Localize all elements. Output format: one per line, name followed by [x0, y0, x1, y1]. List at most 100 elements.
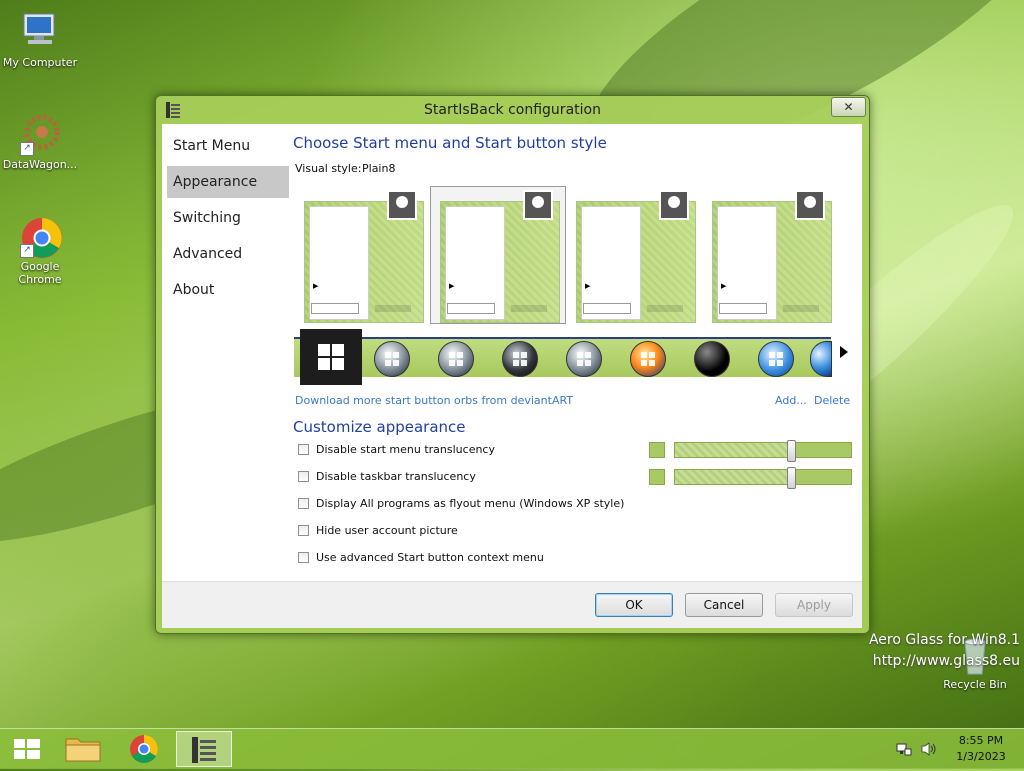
preview-shutdown-button: [511, 305, 547, 312]
window-client-area: Start Menu Appearance Switching Advanced…: [162, 124, 862, 581]
checkbox[interactable]: [298, 498, 309, 509]
slider-fill: [791, 470, 851, 484]
option-label: Hide user account picture: [316, 524, 458, 537]
user-avatar-icon: [795, 190, 825, 220]
chrome-icon: [130, 735, 158, 763]
start-orb-5[interactable]: [566, 341, 602, 377]
startisback-config-window: StartIsBack configuration ✕ Start Menu A…: [155, 95, 870, 634]
aero-glass-watermark: Aero Glass for Win8.1 http://www.glass8.…: [860, 630, 1020, 672]
arrow-right-icon: ▶: [585, 282, 591, 290]
windows-flag-icon: [769, 352, 783, 366]
slider-thumb[interactable]: [787, 467, 796, 489]
arrow-right-icon: ▶: [721, 282, 727, 290]
shortcut-arrow-icon: ↗: [20, 244, 34, 258]
nav-item-label: Switching: [173, 210, 241, 226]
desktop-icon-label: My Computer: [2, 56, 78, 69]
startisback-app-icon: [192, 737, 216, 763]
start-orb-9[interactable]: [810, 341, 832, 377]
ok-button[interactable]: OK: [595, 593, 673, 617]
customize-section-heading: Customize appearance: [293, 418, 466, 436]
chrome-icon: ↗: [18, 214, 62, 258]
desktop-icon-datawagon[interactable]: ↗ DataWagon...: [0, 112, 80, 171]
scroll-right-arrow-icon[interactable]: [840, 346, 848, 358]
nav-appearance[interactable]: Appearance: [167, 166, 289, 198]
window-title: StartIsBack configuration: [424, 102, 601, 118]
cancel-button[interactable]: Cancel: [685, 593, 763, 617]
nav-item-label: About: [173, 282, 215, 298]
nav-item-label: Advanced: [173, 246, 243, 262]
start-orb-3[interactable]: [438, 341, 474, 377]
close-icon: ✕: [843, 100, 854, 114]
visual-style-value: Plain8: [362, 162, 396, 175]
datawagon-gear-icon: ↗: [18, 112, 62, 156]
style-preview-2[interactable]: ▶: [440, 190, 560, 323]
start-orb-7[interactable]: [694, 341, 730, 377]
nav-about[interactable]: About: [167, 274, 289, 306]
windows-flag-icon: [449, 352, 463, 366]
computer-icon: [18, 10, 62, 54]
arrow-right-icon: ▶: [449, 282, 455, 290]
nav-item-label: Start Menu: [173, 138, 251, 154]
volume-icon[interactable]: [920, 741, 938, 757]
add-orb-link[interactable]: Add...: [775, 394, 807, 407]
dialog-button-bar: OK Cancel Apply: [162, 581, 862, 628]
taskbar-startisback-config[interactable]: [176, 731, 232, 767]
start-orb-1-selected[interactable]: [300, 329, 362, 385]
checkbox[interactable]: [298, 552, 309, 563]
taskbar-tint-color-swatch[interactable]: [649, 469, 665, 485]
taskbar-translucency-slider[interactable]: [674, 467, 852, 489]
apply-button[interactable]: Apply: [775, 593, 853, 617]
style-section-heading: Choose Start menu and Start button style: [293, 134, 607, 152]
network-icon[interactable]: [896, 741, 912, 757]
start-orb-2[interactable]: [374, 341, 410, 377]
preview-search-box: [311, 303, 359, 314]
style-preview-3[interactable]: ▶: [576, 190, 696, 323]
option-label: Disable start menu translucency: [316, 443, 495, 456]
menu-tint-color-swatch[interactable]: [649, 442, 665, 458]
watermark-line-2: http://www.glass8.eu: [872, 653, 1020, 669]
start-button[interactable]: [0, 731, 56, 767]
nav-switching[interactable]: Switching: [167, 202, 289, 234]
desktop-icon-my-computer[interactable]: My Computer: [0, 10, 80, 69]
style-preview-4[interactable]: ▶: [712, 190, 832, 323]
taskbar-file-explorer[interactable]: [56, 731, 112, 767]
start-orb-4[interactable]: [502, 341, 538, 377]
desktop-icon-google-chrome[interactable]: ↗ Google Chrome: [0, 214, 80, 286]
start-orb-8[interactable]: [758, 341, 794, 377]
preview-search-box: [583, 303, 631, 314]
checkbox[interactable]: [298, 471, 309, 482]
nav-advanced[interactable]: Advanced: [167, 238, 289, 270]
windows-flag-icon: [513, 352, 527, 366]
taskbar-clock[interactable]: 8:55 PM 1/3/2023: [946, 733, 1016, 765]
preview-shutdown-button: [375, 305, 411, 312]
user-avatar-icon: [659, 190, 689, 220]
windows-flag-icon: [641, 352, 655, 366]
windows-flag-icon: [318, 344, 344, 370]
slider-thumb[interactable]: [787, 440, 796, 462]
start-orb-6[interactable]: [630, 341, 666, 377]
user-avatar-icon: [387, 190, 417, 220]
user-avatar-icon: [523, 190, 553, 220]
preview-shutdown-button: [783, 305, 819, 312]
style-preview-1[interactable]: ▶: [304, 190, 424, 323]
delete-orb-link[interactable]: Delete: [814, 394, 850, 407]
windows-logo-icon: [14, 739, 40, 759]
desktop-icon-label: Recycle Bin: [943, 678, 1007, 691]
shortcut-arrow-icon: ↗: [20, 142, 34, 156]
download-orbs-link[interactable]: Download more start button orbs from dev…: [295, 394, 573, 407]
window-title-bar[interactable]: StartIsBack configuration ✕: [156, 96, 869, 124]
nav-item-label: Appearance: [173, 174, 258, 190]
preview-shutdown-button: [647, 305, 683, 312]
taskbar-google-chrome[interactable]: [116, 731, 172, 767]
option-label: Disable taskbar translucency: [316, 470, 476, 483]
preview-search-box: [447, 303, 495, 314]
arrow-right-icon: ▶: [313, 282, 319, 290]
visual-style-label: Visual style:: [295, 162, 362, 175]
close-button[interactable]: ✕: [831, 97, 866, 117]
nav-start-menu[interactable]: Start Menu: [167, 130, 289, 162]
desktop-icon-label: Google Chrome: [18, 260, 62, 286]
menu-translucency-slider[interactable]: [674, 440, 852, 462]
checkbox[interactable]: [298, 444, 309, 455]
option-label: Use advanced Start button context menu: [316, 551, 544, 564]
checkbox[interactable]: [298, 525, 309, 536]
